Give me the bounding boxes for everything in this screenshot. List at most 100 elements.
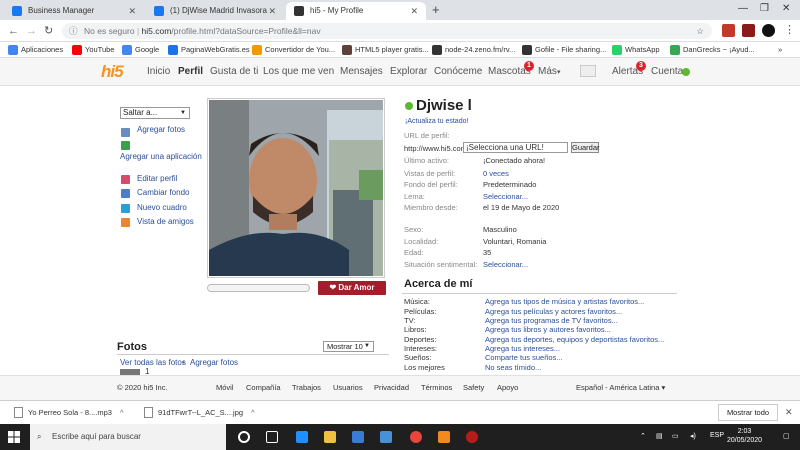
nav-mensajes[interactable]: Mensajes xyxy=(340,66,383,77)
nav-explorar[interactable]: Explorar xyxy=(390,66,427,77)
chevron-up-icon[interactable]: ^ xyxy=(251,408,255,417)
bookmarks-more-button[interactable]: » xyxy=(778,44,782,56)
footer-link[interactable]: Privacidad xyxy=(374,383,409,392)
about-value-link[interactable]: Agrega tus tipos de música y artistas fa… xyxy=(485,297,644,306)
tray-people-icon[interactable]: ⌃ xyxy=(640,432,646,440)
new-tab-button[interactable]: + xyxy=(432,2,440,18)
bookmark-item[interactable]: node-24.zeno.fm/rv... xyxy=(432,44,515,56)
edge-icon[interactable] xyxy=(296,431,308,443)
close-tab-icon[interactable]: ✕ xyxy=(410,2,418,20)
sublime-icon[interactable] xyxy=(438,431,450,443)
tray-network-icon[interactable]: ▤ xyxy=(656,432,663,440)
field-value-link[interactable]: Seleccionar... xyxy=(483,192,528,201)
minimize-icon[interactable]: — xyxy=(738,3,748,14)
notifications-icon[interactable]: ▢ xyxy=(783,432,790,440)
bookmark-item[interactable]: DanGrecks ~ ¡Ayud... xyxy=(670,44,755,56)
bookmark-item[interactable]: PaginaWebGratis.es xyxy=(168,44,250,56)
close-tab-icon[interactable]: ✕ xyxy=(268,2,276,20)
footer-link[interactable]: Móvil xyxy=(216,383,234,392)
nav-inicio[interactable]: Inicio xyxy=(147,66,170,77)
about-value-link[interactable]: Agrega tus programas de TV favoritos... xyxy=(485,316,618,325)
maximize-icon[interactable]: ❐ xyxy=(760,3,769,14)
download-item[interactable]: 91dTFwrT--L_AC_S....jpg ^ xyxy=(142,401,255,425)
jump-to-select[interactable]: Saltar a... ▼ xyxy=(120,107,190,119)
view-all-photos-link[interactable]: Ver todas las fotos xyxy=(120,358,186,367)
taskbar-search-box[interactable]: ⌕ Escribe aquí para buscar xyxy=(30,424,226,450)
about-value-link[interactable]: Comparte tus sueños... xyxy=(485,353,563,362)
close-downloads-icon[interactable]: ✕ xyxy=(785,407,793,418)
cortana-icon[interactable] xyxy=(238,431,250,443)
app-red-icon[interactable] xyxy=(466,431,478,443)
bookmark-item[interactable]: HTML5 player gratis... xyxy=(342,44,429,56)
field-value-link[interactable]: 0 veces xyxy=(483,169,509,178)
bookmark-item[interactable]: Convertidor de You... xyxy=(252,44,335,56)
store-icon[interactable] xyxy=(352,431,364,443)
about-value-link[interactable]: No seas tímido... xyxy=(485,363,541,372)
bookmark-item[interactable]: WhatsApp xyxy=(612,44,660,56)
mail-icon[interactable] xyxy=(380,431,392,443)
footer-link[interactable]: Trabajos xyxy=(292,383,321,392)
bookmark-item[interactable]: YouTube xyxy=(72,44,114,56)
language-select[interactable]: Español - América Latina ▾ xyxy=(576,383,665,392)
extension-badge-icon[interactable] xyxy=(742,24,755,37)
field-value-link[interactable]: Seleccionar... xyxy=(483,260,528,269)
friends-view-link[interactable]: Vista de amigos xyxy=(137,217,194,226)
close-tab-icon[interactable]: ✕ xyxy=(128,2,136,20)
tray-battery-icon[interactable]: ▭ xyxy=(672,432,679,440)
tray-volume-icon[interactable]: ◂) xyxy=(690,432,696,440)
add-application-link[interactable]: Agregar una aplicación xyxy=(120,152,202,161)
taskbar-clock[interactable]: 2:03 20/05/2020 xyxy=(727,427,762,445)
profile-photo[interactable] xyxy=(207,98,385,278)
hi5-logo[interactable]: hi5 xyxy=(101,62,124,82)
forward-icon[interactable]: → xyxy=(26,24,37,38)
change-background-link[interactable]: Cambiar fondo xyxy=(137,188,189,197)
windows-start-icon[interactable] xyxy=(8,431,20,443)
footer-link[interactable]: Safety xyxy=(463,383,484,392)
back-icon[interactable]: ← xyxy=(8,24,19,38)
nav-conoceme[interactable]: Conóceme xyxy=(434,66,482,77)
add-photos-link[interactable]: Agregar fotos xyxy=(137,125,185,134)
footer-link[interactable]: Apoyo xyxy=(497,383,518,392)
nav-los-que-me-ven[interactable]: Los que me ven xyxy=(263,66,334,77)
bookmark-item[interactable]: Gofile - File sharing... xyxy=(522,44,606,56)
about-value-link[interactable]: Agrega tus deportes, equipos y deportist… xyxy=(485,335,664,344)
about-value-link[interactable]: Agrega tus películas y actores favoritos… xyxy=(485,307,622,316)
chevron-up-icon[interactable]: ^ xyxy=(120,408,124,417)
address-bar[interactable]: ⓘ No es seguro | hi5.com/profile.html?da… xyxy=(62,23,712,39)
chart-icon[interactable] xyxy=(580,65,596,77)
extension-icon[interactable] xyxy=(722,24,735,37)
about-value-link[interactable]: Agrega tus libros y autores favoritos... xyxy=(485,325,611,334)
profile-url-input[interactable]: ¡Selecciona una URL! xyxy=(463,142,568,153)
tab-business-manager[interactable]: Business Manager ✕ xyxy=(4,2,144,20)
profile-avatar-icon[interactable] xyxy=(762,24,775,37)
file-explorer-icon[interactable] xyxy=(324,431,336,443)
give-love-button[interactable]: ❤ Dar Amor xyxy=(318,281,386,295)
tray-language[interactable]: ESP xyxy=(710,432,724,439)
reload-icon[interactable]: ↻ xyxy=(44,24,53,38)
update-status-link[interactable]: ¡Actualiza tu estado! xyxy=(405,118,468,125)
footer-link[interactable]: Compañía xyxy=(246,383,281,392)
save-url-button[interactable]: Guardar xyxy=(571,142,600,153)
edit-profile-link[interactable]: Editar perfil xyxy=(137,174,177,183)
bookmark-star-icon[interactable]: ☆ xyxy=(696,23,704,39)
nav-gusta-de-ti[interactable]: Gusta de ti xyxy=(210,66,258,77)
show-all-downloads-button[interactable]: Mostrar todo xyxy=(718,404,778,421)
footer-link[interactable]: Usuarios xyxy=(333,383,363,392)
close-window-icon[interactable]: ✕ xyxy=(782,3,790,14)
bookmark-item[interactable]: Google xyxy=(122,44,159,56)
chrome-icon[interactable] xyxy=(410,431,422,443)
nav-mas[interactable]: Más xyxy=(538,66,557,77)
nav-perfil[interactable]: Perfil xyxy=(178,66,203,77)
add-photos-link-2[interactable]: Agregar fotos xyxy=(190,358,238,367)
new-box-link[interactable]: Nuevo cuadro xyxy=(137,203,187,212)
about-value-link[interactable]: Agrega tus intereses... xyxy=(485,344,560,353)
menu-kebab-icon[interactable]: ⋮ xyxy=(784,23,795,37)
task-view-icon[interactable] xyxy=(266,431,278,443)
tab-djwise-madrid[interactable]: (1) DjWise Madrid Invasora ✕ xyxy=(146,2,284,20)
nav-cuenta[interactable]: Cuenta xyxy=(651,66,683,77)
download-item[interactable]: Yo Perreo Sola - 8....mp3 ^ xyxy=(12,401,124,425)
tab-hi5-profile[interactable]: hi5 - My Profile ✕ xyxy=(286,2,426,20)
show-count-select[interactable]: Mostrar 10 ▼ xyxy=(323,341,374,352)
info-icon[interactable]: ⓘ xyxy=(69,23,78,39)
bookmark-item[interactable]: Aplicaciones xyxy=(8,44,63,56)
